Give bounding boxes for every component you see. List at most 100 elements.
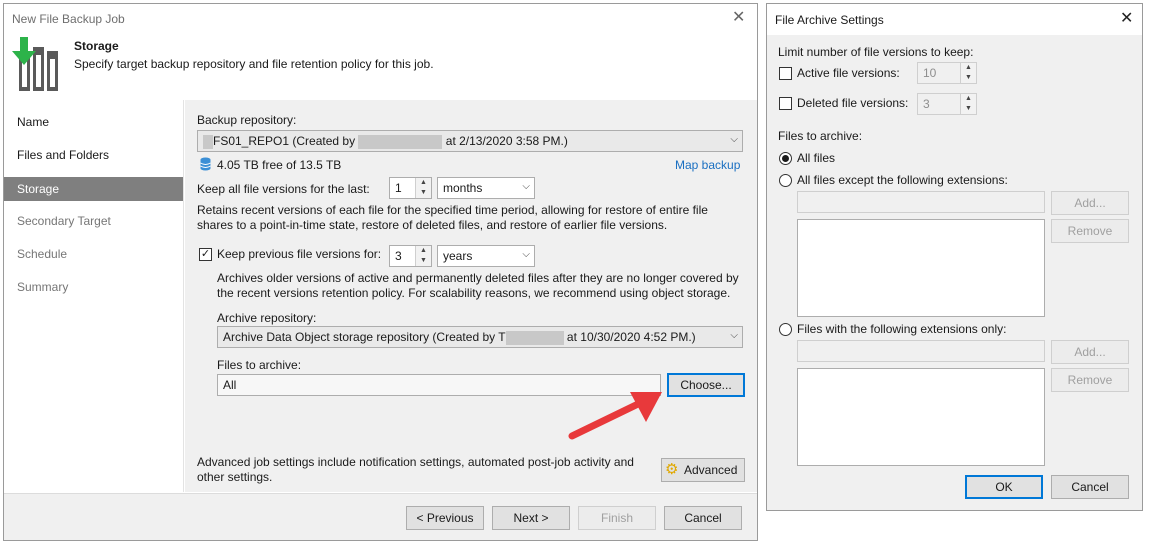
keep-all-unit-select[interactable]: months ⌵ (437, 177, 535, 199)
keep-previous-checkbox[interactable]: ✓ (199, 248, 212, 261)
page-description: Specify target backup repository and fil… (74, 57, 434, 71)
advanced-button-label: Advanced (684, 463, 738, 477)
cancel-button[interactable]: Cancel (664, 506, 742, 530)
only-add-button[interactable]: Add... (1051, 340, 1129, 364)
only-extensions-radio[interactable] (779, 323, 792, 336)
close-icon[interactable]: ✕ (1120, 11, 1133, 27)
backup-repository-value-end: at 2/13/2020 3:58 PM.) (445, 134, 568, 148)
keep-all-unit: months (443, 181, 483, 195)
archive-repository-value-start: Archive Data Object storage repository (… (223, 330, 506, 344)
redacted-text (358, 134, 443, 149)
down-arrow-icon[interactable]: ▼ (961, 73, 976, 83)
up-arrow-icon[interactable]: ▲ (416, 246, 431, 256)
advanced-description: Advanced job settings include notificati… (197, 455, 634, 484)
except-extensions-label[interactable]: All files except the following extension… (797, 173, 1008, 187)
new-file-backup-job-window: New File Backup Job ✕ Storage Specify ta… (3, 3, 758, 541)
active-versions-label[interactable]: Active file versions: (797, 66, 900, 80)
limit-versions-label: Limit number of file versions to keep: (778, 45, 974, 59)
nav-item-secondary-target[interactable]: Secondary Target (4, 209, 183, 233)
dialog-title: File Archive Settings (775, 13, 884, 27)
storage-icon (12, 37, 58, 91)
stepper-buttons[interactable]: ▲ ▼ (415, 246, 431, 266)
close-icon[interactable]: ✕ (732, 10, 745, 26)
keep-previous-unit: years (443, 249, 473, 263)
only-remove-button[interactable]: Remove (1051, 368, 1129, 392)
finish-button[interactable]: Finish (578, 506, 656, 530)
redacted-text (203, 134, 213, 149)
advanced-button[interactable]: ⚙ Advanced (661, 458, 745, 482)
deleted-versions-checkbox[interactable] (779, 97, 792, 110)
backup-repository-select[interactable]: FS01_REPO1 (Created by at 2/13/2020 3:58… (197, 130, 743, 152)
chevron-down-icon: ⌵ (522, 249, 530, 260)
active-versions-checkbox[interactable] (779, 67, 792, 80)
only-extensions-label[interactable]: Files with the following extensions only… (797, 322, 1006, 336)
down-arrow-icon[interactable]: ▼ (416, 188, 431, 198)
page-title: Storage (74, 39, 119, 53)
file-archive-settings-dialog: File Archive Settings ✕ Limit number of … (766, 3, 1143, 511)
nav-item-files-and-folders[interactable]: Files and Folders (4, 143, 183, 167)
backup-repository-label: Backup repository: (197, 113, 297, 127)
chevron-down-icon: ⌵ (522, 181, 530, 192)
stepper-buttons[interactable]: ▲ ▼ (960, 94, 976, 114)
keep-previous-description: Archives older versions of active and pe… (217, 271, 739, 300)
files-to-archive-label: Files to archive: (217, 358, 302, 372)
gear-icon: ⚙ (665, 461, 679, 478)
files-to-archive-label: Files to archive: (778, 129, 863, 143)
nav-item-storage[interactable]: Storage (4, 177, 183, 201)
archive-repository-label: Archive repository: (217, 311, 317, 325)
dialog-titlebar: File Archive Settings ✕ (767, 4, 1142, 35)
except-extension-input[interactable] (797, 191, 1045, 213)
deleted-versions-label[interactable]: Deleted file versions: (797, 96, 908, 110)
except-add-button[interactable]: Add... (1051, 191, 1129, 215)
window-title: New File Backup Job (12, 12, 125, 26)
next-button[interactable]: Next > (492, 506, 570, 530)
active-versions-value: 10 (923, 66, 937, 80)
keep-previous-unit-select[interactable]: years ⌵ (437, 245, 535, 267)
keep-previous-label[interactable]: Keep previous file versions for: (217, 247, 381, 261)
active-versions-stepper[interactable]: 10 ▲ ▼ (917, 62, 977, 84)
map-backup-link[interactable]: Map backup (675, 158, 740, 172)
storage-settings-panel: Backup repository: FS01_REPO1 (Created b… (185, 100, 757, 492)
chevron-down-icon: ⌵ (730, 134, 738, 145)
dialog-cancel-button[interactable]: Cancel (1051, 475, 1129, 499)
stepper-buttons[interactable]: ▲ ▼ (960, 63, 976, 83)
except-extensions-list[interactable] (797, 219, 1045, 317)
wizard-nav: Name Files and Folders Storage Secondary… (4, 100, 184, 492)
only-extension-input[interactable] (797, 340, 1045, 362)
except-remove-button[interactable]: Remove (1051, 219, 1129, 243)
chevron-down-icon: ⌵ (730, 330, 738, 341)
except-extensions-radio[interactable] (779, 174, 792, 187)
deleted-versions-stepper[interactable]: 3 ▲ ▼ (917, 93, 977, 115)
archive-repository-value-end: at 10/30/2020 4:52 PM.) (566, 330, 696, 344)
keep-all-description: Retains recent versions of each file for… (197, 203, 708, 232)
annotation-arrow (568, 392, 662, 440)
up-arrow-icon[interactable]: ▲ (416, 178, 431, 188)
free-space-text: 4.05 TB free of 13.5 TB (217, 158, 342, 172)
keep-all-stepper[interactable]: 1 ▲ ▼ (389, 177, 432, 199)
deleted-versions-value: 3 (923, 97, 930, 111)
nav-item-schedule[interactable]: Schedule (4, 242, 183, 266)
stepper-buttons[interactable]: ▲ ▼ (415, 178, 431, 198)
nav-item-summary[interactable]: Summary (4, 275, 183, 299)
nav-item-name[interactable]: Name (4, 110, 183, 134)
previous-button[interactable]: < Previous (406, 506, 484, 530)
redacted-text (505, 330, 564, 345)
wizard-footer: < Previous Next > Finish Cancel (4, 493, 757, 540)
all-files-label[interactable]: All files (797, 151, 835, 165)
keep-all-label: Keep all file versions for the last: (197, 182, 370, 196)
keep-all-value: 1 (395, 181, 402, 195)
down-arrow-icon[interactable]: ▼ (961, 104, 976, 114)
keep-previous-value: 3 (395, 249, 402, 263)
backup-repository-value-start: FS01_REPO1 (Created by (213, 134, 356, 148)
only-extensions-list[interactable] (797, 368, 1045, 466)
ok-button[interactable]: OK (965, 475, 1043, 499)
all-files-radio[interactable] (779, 152, 792, 165)
database-icon (200, 157, 211, 171)
down-arrow-icon[interactable]: ▼ (416, 256, 431, 266)
choose-button[interactable]: Choose... (667, 373, 745, 397)
window-titlebar: New File Backup Job ✕ (4, 4, 757, 34)
keep-previous-stepper[interactable]: 3 ▲ ▼ (389, 245, 432, 267)
archive-repository-select[interactable]: Archive Data Object storage repository (… (217, 326, 743, 348)
up-arrow-icon[interactable]: ▲ (961, 94, 976, 104)
up-arrow-icon[interactable]: ▲ (961, 63, 976, 73)
